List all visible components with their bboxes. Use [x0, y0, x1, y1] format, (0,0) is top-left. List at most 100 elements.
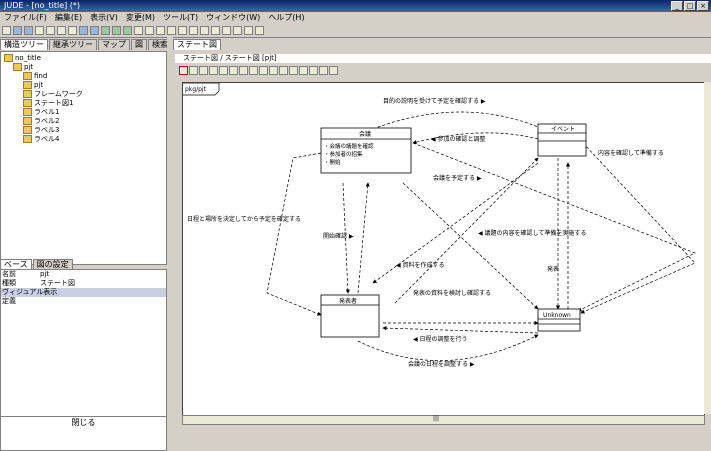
zoom-out-icon[interactable]: [112, 25, 121, 35]
state-main-line: ・参加者の招集: [324, 150, 363, 158]
menu-tools[interactable]: ツール(T): [163, 12, 198, 23]
print-icon[interactable]: [35, 25, 44, 35]
tree-package[interactable]: pjt: [13, 63, 33, 72]
minimize-button[interactable]: _: [671, 1, 683, 11]
note-tool-icon[interactable]: [279, 66, 288, 75]
paste-icon[interactable]: [68, 25, 77, 35]
diagram-icon: [23, 99, 32, 107]
save-icon[interactable]: [24, 25, 33, 35]
transition[interactable]: [580, 142, 696, 314]
undo-icon[interactable]: [79, 25, 88, 35]
open-folder-icon[interactable]: [13, 25, 22, 35]
align-middle-icon[interactable]: [200, 25, 209, 35]
prop-row: 定義: [2, 297, 16, 305]
join-tool-icon[interactable]: [249, 66, 258, 75]
tab-diagram[interactable]: 図: [131, 39, 147, 50]
transition-label: 開始確認 ▶: [323, 232, 354, 240]
window-title: JUDE - [no_title] (*): [4, 1, 81, 10]
new-file-icon[interactable]: [2, 25, 11, 35]
zoom-in-icon[interactable]: [101, 25, 110, 35]
text-tool-icon[interactable]: [289, 66, 298, 75]
transition-tool-icon[interactable]: [219, 66, 228, 75]
state-top-right[interactable]: イベント: [537, 123, 587, 157]
tree-item[interactable]: フレームワーク: [23, 90, 83, 99]
tree-item[interactable]: ラベル3: [23, 126, 59, 135]
menu-file[interactable]: ファイル(F): [4, 12, 47, 23]
align-bottom-icon[interactable]: [211, 25, 220, 35]
rectangle-tool-icon[interactable]: [309, 66, 318, 75]
prop-row: 名前 pjt: [2, 270, 50, 278]
menu-window[interactable]: ウィンドウ(W): [206, 12, 260, 23]
state-tool-icon[interactable]: [189, 66, 198, 75]
diagram-tab-bar: ステート図: [173, 39, 221, 50]
redo-icon[interactable]: [90, 25, 99, 35]
transition-label: 内容を確認して準備する: [598, 149, 664, 157]
select-tool-icon[interactable]: [179, 66, 188, 75]
transition[interactable]: [412, 142, 696, 312]
tree-item[interactable]: find: [23, 72, 47, 81]
transition[interactable]: [372, 111, 544, 130]
junction-tool-icon[interactable]: [269, 66, 278, 75]
layout-icon[interactable]: [255, 25, 264, 35]
align-center-icon[interactable]: [167, 25, 176, 35]
copy-icon[interactable]: [57, 25, 66, 35]
tree-root[interactable]: no_title: [4, 54, 41, 63]
maximize-button[interactable]: □: [684, 1, 696, 11]
align-left-icon[interactable]: [156, 25, 165, 35]
tree-item[interactable]: ラベル2: [23, 117, 59, 126]
tab-map[interactable]: マップ: [98, 39, 130, 50]
line-tool-icon[interactable]: [299, 66, 308, 75]
main-toolbar: [0, 23, 711, 38]
state-bottom-left[interactable]: 発表者: [320, 294, 380, 338]
scroll-thumb[interactable]: |||: [433, 415, 439, 422]
align-top-icon[interactable]: [189, 25, 198, 35]
folder-icon: [23, 90, 32, 98]
grid-icon[interactable]: [244, 25, 253, 35]
label-icon: [23, 126, 32, 134]
initial-state-tool-icon[interactable]: [199, 66, 208, 75]
close-button[interactable]: ×: [697, 1, 709, 11]
tree-item[interactable]: ステート図1: [23, 99, 73, 108]
back-icon[interactable]: [134, 25, 143, 35]
menu-change[interactable]: 変更(M): [126, 12, 155, 23]
frame-tool-icon[interactable]: [329, 66, 338, 75]
left-bottom-button[interactable]: 閉じる: [0, 416, 167, 428]
transition[interactable]: [357, 182, 370, 294]
state-bottom-right-name: Unknown: [543, 312, 571, 319]
zoom-fit-icon[interactable]: [123, 25, 132, 35]
tab-state-diagram[interactable]: ステート図: [173, 39, 221, 50]
vertical-scrollbar[interactable]: [704, 82, 711, 414]
state-bottom-right[interactable]: Unknown: [537, 308, 581, 332]
transition-label: 会議を予定する ▶: [433, 174, 482, 182]
final-state-tool-icon[interactable]: [209, 66, 218, 75]
transition-label: 日程と場所を決定してから予定を確定する: [187, 215, 301, 223]
choice-tool-icon[interactable]: [229, 66, 238, 75]
transition-label: 会議の日程を調整する ▶: [408, 360, 475, 368]
tree-item[interactable]: ラベル1: [23, 108, 59, 117]
image-tool-icon[interactable]: [319, 66, 328, 75]
transition[interactable]: [266, 152, 322, 316]
forward-icon[interactable]: [145, 25, 154, 35]
frame-label: pkg/pjt: [185, 86, 207, 93]
state-bottom-left-name: 発表者: [339, 297, 357, 305]
transition-label: ◀ 日程の調整を行う: [413, 335, 468, 343]
state-main[interactable]: 会議 ・会議の議題を確認 ・参加者の招集 ・開始: [320, 127, 412, 174]
tree-item[interactable]: pjt: [23, 81, 43, 90]
same-height-icon[interactable]: [233, 25, 242, 35]
diagram-canvas[interactable]: pkg/pjt 会議 ・会議の議題を確認 ・参加者の招集 ・開始 イベント 発表…: [182, 82, 705, 416]
menu-help[interactable]: ヘルプ(H): [268, 12, 304, 23]
fork-tool-icon[interactable]: [239, 66, 248, 75]
transition[interactable]: [382, 326, 539, 334]
tab-inheritance-tree[interactable]: 継承ツリー: [49, 39, 97, 50]
tab-structure-tree[interactable]: 構造ツリー: [0, 39, 48, 50]
state-top-right-name: イベント: [551, 126, 575, 133]
tree-item[interactable]: ラベル4: [23, 135, 59, 144]
cut-icon[interactable]: [46, 25, 55, 35]
align-right-icon[interactable]: [178, 25, 187, 35]
same-width-icon[interactable]: [222, 25, 231, 35]
history-tool-icon[interactable]: [259, 66, 268, 75]
menu-edit[interactable]: 編集(E): [55, 12, 82, 23]
palette-toolbar: [175, 64, 711, 77]
horizontal-scrollbar[interactable]: |||: [182, 415, 705, 425]
menu-view[interactable]: 表示(V): [90, 12, 118, 23]
